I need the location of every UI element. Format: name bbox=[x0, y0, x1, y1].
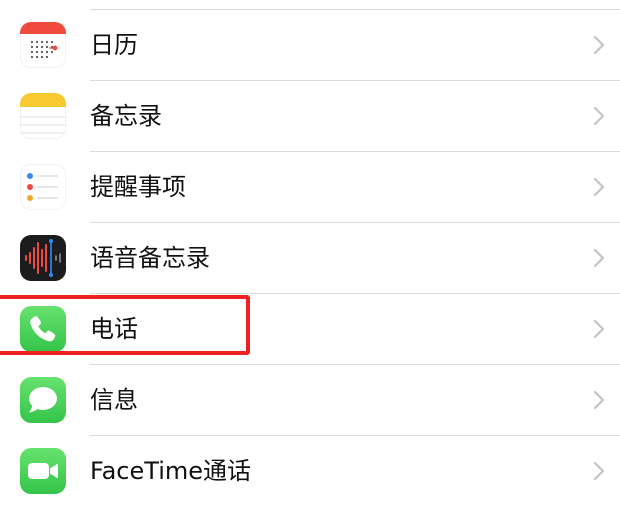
chevron-right-icon bbox=[592, 34, 606, 56]
chevron-right-icon bbox=[592, 176, 606, 198]
settings-row-label: 电话 bbox=[90, 315, 138, 343]
reminders-icon bbox=[20, 164, 66, 210]
settings-row-label: 信息 bbox=[90, 386, 138, 414]
settings-list: 日历 备忘录 提醒事项 语音备忘录 电话 信息 FaceTime通话 bbox=[0, 0, 620, 507]
settings-row-label: 日历 bbox=[90, 31, 138, 59]
chevron-right-icon bbox=[592, 105, 606, 127]
settings-row-facetime[interactable]: FaceTime通话 bbox=[0, 436, 620, 507]
chevron-right-icon bbox=[592, 460, 606, 482]
settings-row-messages[interactable]: 信息 bbox=[0, 365, 620, 436]
chevron-right-icon bbox=[592, 389, 606, 411]
settings-row-calendar[interactable]: 日历 bbox=[0, 10, 620, 81]
settings-row-notes[interactable]: 备忘录 bbox=[0, 81, 620, 152]
messages-icon bbox=[20, 377, 66, 423]
phone-icon bbox=[20, 306, 66, 352]
settings-row-label: 语音备忘录 bbox=[90, 244, 210, 272]
settings-row-reminders[interactable]: 提醒事项 bbox=[0, 152, 620, 223]
settings-row-label: 备忘录 bbox=[90, 102, 162, 130]
settings-row-voice-memos[interactable]: 语音备忘录 bbox=[0, 223, 620, 294]
voice-memos-icon bbox=[20, 235, 66, 281]
settings-row-label: 提醒事项 bbox=[90, 173, 186, 201]
calendar-icon bbox=[20, 22, 66, 68]
settings-row-phone[interactable]: 电话 bbox=[0, 294, 620, 365]
facetime-icon bbox=[20, 448, 66, 494]
settings-row-label: FaceTime通话 bbox=[90, 457, 252, 485]
chevron-right-icon bbox=[592, 247, 606, 269]
notes-icon bbox=[20, 93, 66, 139]
chevron-right-icon bbox=[592, 318, 606, 340]
